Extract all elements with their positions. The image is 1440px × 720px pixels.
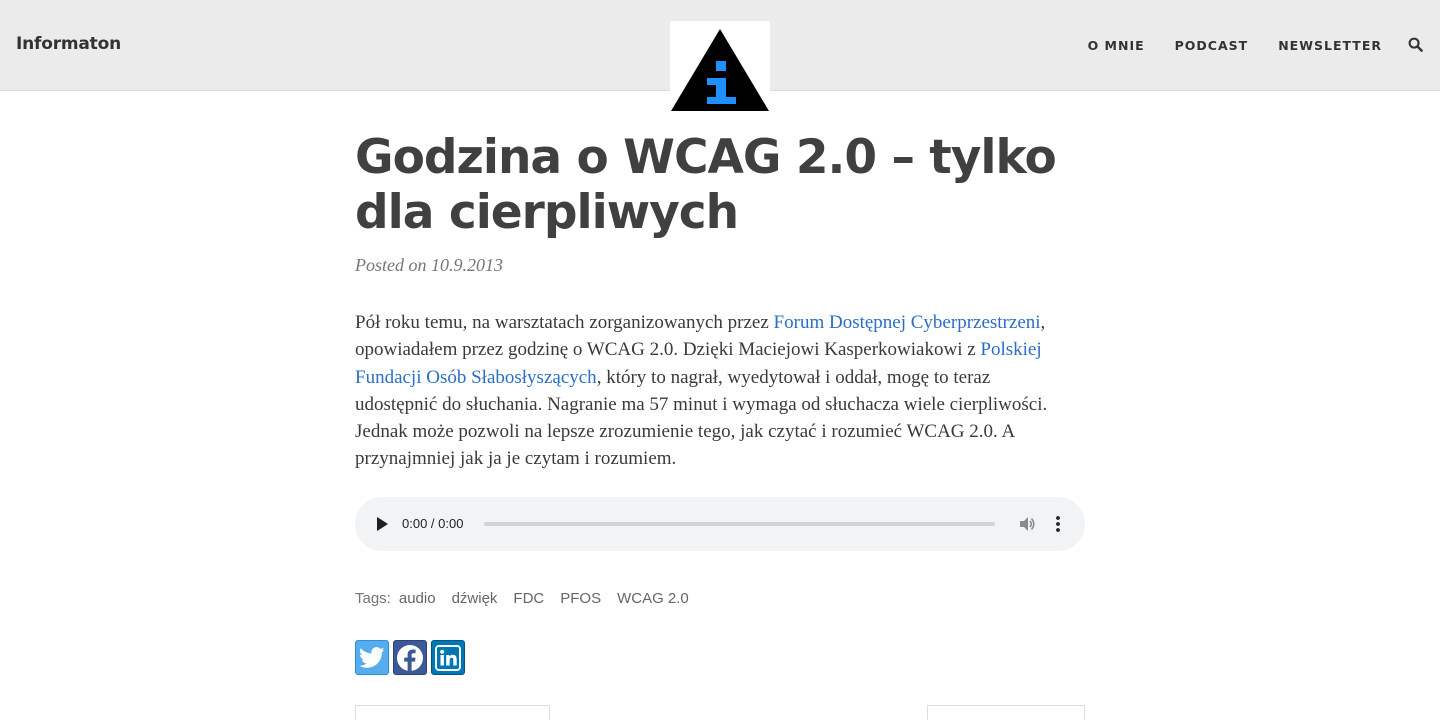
tag-link[interactable]: dźwięk [452,590,498,607]
tag-link[interactable]: audio [399,590,436,607]
tag-link[interactable]: FDC [513,590,544,607]
share-linkedin-button[interactable] [431,640,465,675]
post-content: Godzina o WCAG 2.0 – tylko dla cierpliwy… [355,130,1085,473]
main-nav: O MNIE PODCAST NEWSLETTER [1088,38,1382,53]
play-icon[interactable] [376,517,388,531]
volume-icon[interactable] [1018,515,1036,533]
site-logo[interactable] [670,21,770,112]
link-forum-dostepnej-cyberprzestrzeni[interactable]: Forum Dostępnej Cyberprzestrzeni [774,312,1041,333]
nav-item-o-mnie[interactable]: O MNIE [1088,38,1145,53]
facebook-icon [397,644,423,672]
site-title-link[interactable]: Informaton [16,34,121,54]
post-date[interactable]: 10.9.2013 [431,255,503,275]
twitter-icon [359,646,385,668]
post-title: Godzina o WCAG 2.0 – tylko dla cierpliwy… [355,130,1057,240]
previous-post-link[interactable] [355,705,550,720]
share-buttons [355,640,465,675]
tags-label: Tags: [355,590,391,607]
posted-label: Posted on [355,255,427,275]
share-facebook-button[interactable] [393,640,427,675]
info-triangle-icon [671,29,769,111]
share-twitter-button[interactable] [355,640,389,675]
more-options-icon[interactable] [1054,514,1062,534]
post-tags: Tags: audio dźwięk FDC PFOS WCAG 2.0 [355,590,689,607]
post-body: Pół roku temu, na warsztatach zorganizow… [355,309,1075,473]
tag-link[interactable]: WCAG 2.0 [617,590,689,607]
audio-time: 0:00 / 0:00 [402,516,464,531]
nav-item-podcast[interactable]: PODCAST [1175,38,1249,53]
tag-link[interactable]: PFOS [560,590,601,607]
nav-item-newsletter[interactable]: NEWSLETTER [1278,38,1382,53]
next-post-link[interactable] [927,705,1085,720]
post-meta: Posted on 10.9.2013 [355,255,1085,276]
search-icon[interactable] [1408,37,1423,52]
linkedin-icon [435,644,461,671]
body-text-1: Pół roku temu, na warsztatach zorganizow… [355,312,774,333]
audio-player: 0:00 / 0:00 [355,497,1085,551]
audio-seek-bar[interactable] [484,522,995,526]
